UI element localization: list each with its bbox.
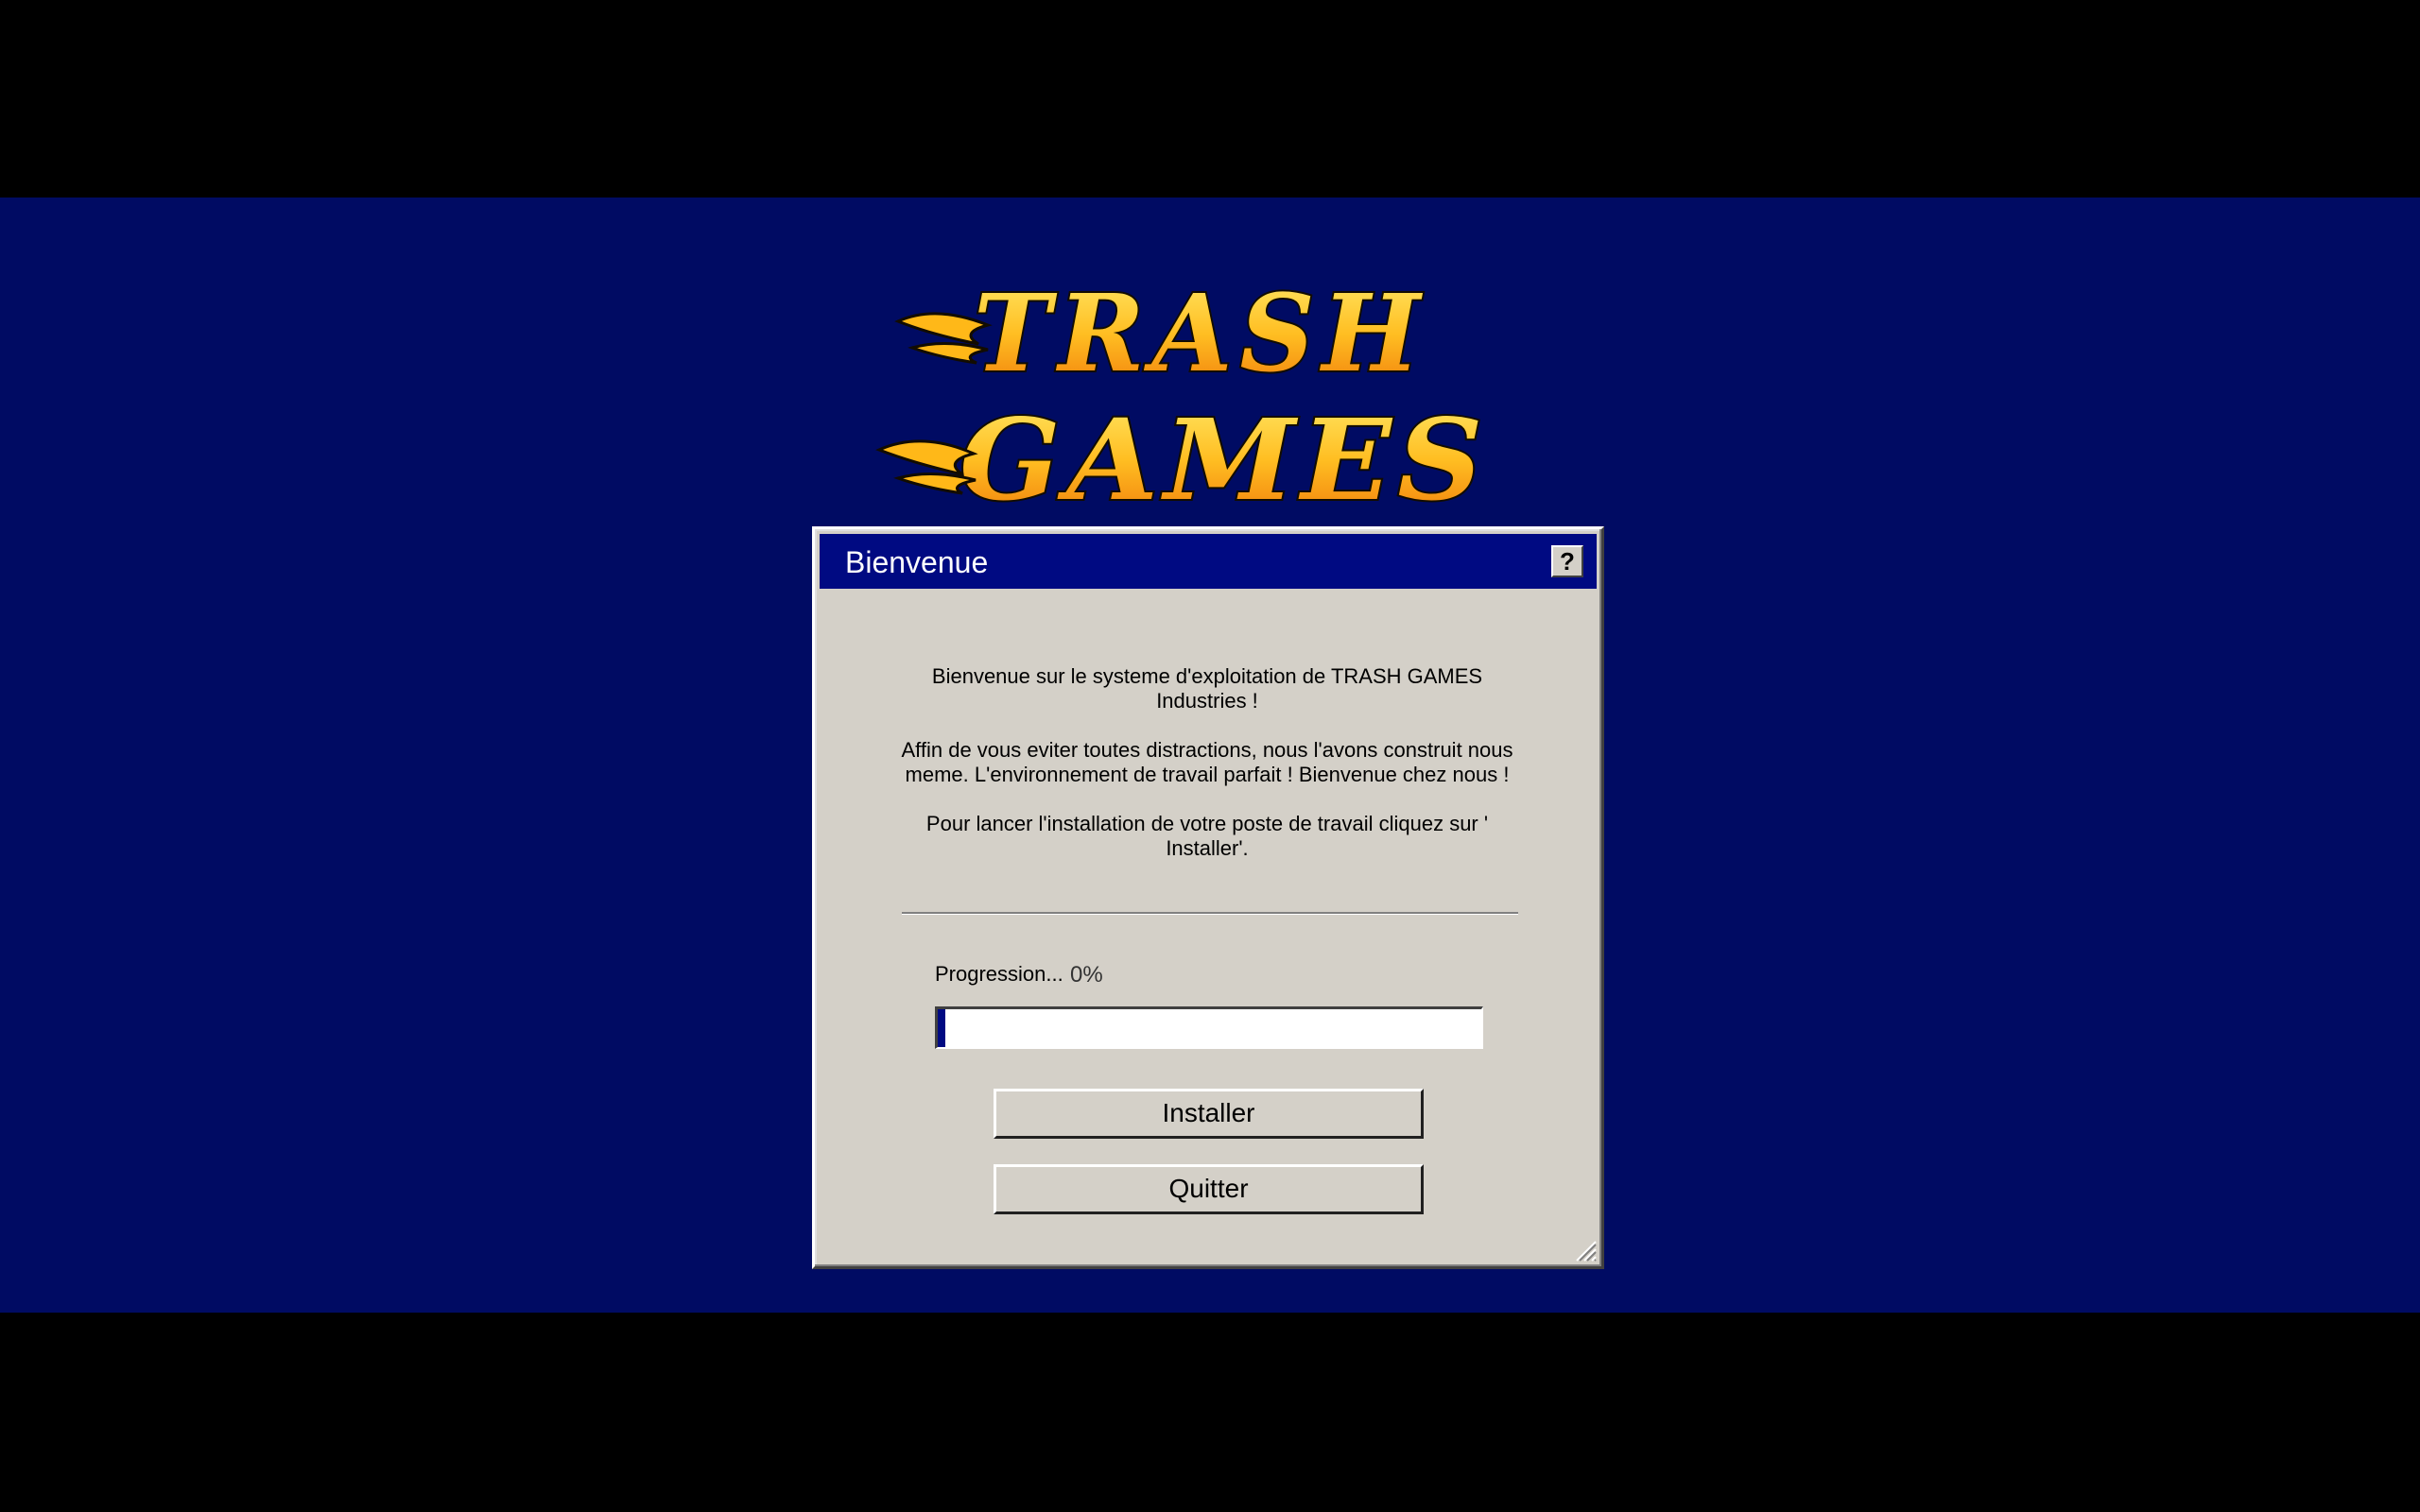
install-button[interactable]: Installer	[994, 1089, 1424, 1139]
progress-bar	[935, 1006, 1483, 1049]
quit-button[interactable]: Quitter	[994, 1164, 1424, 1214]
progress-value: 0%	[1070, 962, 1103, 988]
message-paragraph-2: Affin de vous eviter toutes distractions…	[901, 738, 1513, 786]
progress-fill	[938, 1009, 945, 1047]
trash-games-logo: TRASH GAMES	[875, 270, 1489, 520]
progress-label: Progression...	[935, 962, 1063, 986]
question-icon[interactable]: ?	[1551, 545, 1583, 577]
separator	[902, 912, 1518, 915]
welcome-message: Bienvenue sur le systeme d'exploitation …	[895, 664, 1519, 885]
svg-text:GAMES: GAMES	[959, 394, 1489, 520]
dialog-title: Bienvenue	[845, 545, 989, 579]
message-paragraph-3: Pour lancer l'installation de votre post…	[925, 812, 1489, 860]
title-bar[interactable]: Bienvenue ?	[820, 534, 1597, 589]
svg-text:TRASH: TRASH	[974, 272, 1427, 396]
welcome-dialog: Bienvenue ? Bienvenue sur le systeme d'e…	[812, 526, 1604, 1269]
message-paragraph-1: Bienvenue sur le systeme d'exploitation …	[931, 664, 1483, 713]
resize-grip-icon[interactable]	[1571, 1236, 1598, 1263]
